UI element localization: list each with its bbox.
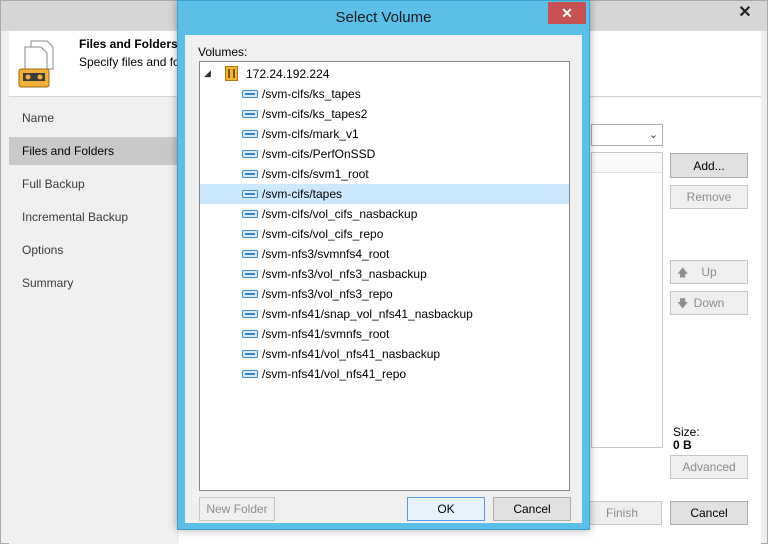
volume-label: /svm-cifs/ks_tapes — [262, 87, 361, 101]
finish-button[interactable]: Finish — [582, 501, 662, 525]
volume-label: /svm-nfs41/snap_vol_nfs41_nasbackup — [262, 307, 473, 321]
add-button[interactable]: Add... — [670, 153, 748, 178]
select-volume-dialog: Select Volume ✕ Volumes: ◢ 172.24.192.22… — [177, 0, 590, 530]
down-button-label: Down — [693, 296, 725, 310]
volume-label: /svm-cifs/vol_cifs_nasbackup — [262, 207, 418, 221]
ok-button-label: OK — [437, 502, 455, 516]
ok-button[interactable]: OK — [407, 497, 485, 521]
volume-label: /svm-nfs41/vol_nfs41_nasbackup — [262, 347, 441, 361]
volume-tree-item[interactable]: /svm-cifs/vol_cifs_repo — [200, 224, 569, 244]
volume-label: /svm-cifs/ks_tapes2 — [262, 107, 368, 121]
advanced-button[interactable]: Advanced — [670, 455, 748, 479]
size-label: Size: — [673, 425, 700, 439]
wizard-steps-panel: Name Files and Folders Full Backup Incre… — [9, 98, 179, 544]
volume-icon — [242, 230, 258, 238]
volume-label: /svm-nfs3/svmnfs4_root — [262, 247, 390, 261]
volume-label: /svm-cifs/vol_cifs_repo — [262, 227, 384, 241]
up-button[interactable]: 🡅 Up — [670, 260, 748, 284]
volume-label: /svm-cifs/PerfOnSSD — [262, 147, 376, 161]
volume-label: /svm-nfs3/vol_nfs3_nasbackup — [262, 267, 427, 281]
volume-tree-item[interactable]: /svm-nfs3/svmnfs4_root — [200, 244, 569, 264]
volume-icon — [242, 210, 258, 218]
volume-tree-item[interactable]: /svm-nfs3/vol_nfs3_nasbackup — [200, 264, 569, 284]
step-files-and-folders[interactable]: Files and Folders — [9, 137, 179, 165]
volume-label: /svm-nfs41/vol_nfs41_repo — [262, 367, 407, 381]
volumes-label: Volumes: — [198, 45, 248, 59]
volume-tree-item[interactable]: /svm-cifs/vol_cifs_nasbackup — [200, 204, 569, 224]
advanced-button-label: Advanced — [682, 460, 736, 474]
remove-button[interactable]: Remove — [670, 185, 748, 209]
wizard-header-subtitle: Specify files and fo — [79, 55, 180, 69]
volume-icon — [242, 170, 258, 178]
volume-tree-item[interactable]: /svm-nfs41/svmnfs_root — [200, 324, 569, 344]
dialog-title: Select Volume — [335, 9, 432, 26]
volume-label: /svm-nfs41/svmnfs_root — [262, 327, 390, 341]
volume-tree-item[interactable]: /svm-nfs41/snap_vol_nfs41_nasbackup — [200, 304, 569, 324]
volume-icon — [242, 270, 258, 278]
collapse-triangle-icon[interactable]: ◢ — [204, 68, 211, 79]
volume-tree-item[interactable]: /svm-nfs41/vol_nfs41_repo — [200, 364, 569, 384]
tree-server-node[interactable]: ◢ 172.24.192.224 — [200, 64, 569, 84]
files-folders-tape-icon — [18, 40, 54, 88]
step-incremental-backup[interactable]: Incremental Backup — [9, 203, 179, 231]
arrow-down-icon: 🡇 — [677, 298, 689, 310]
step-name[interactable]: Name — [9, 104, 179, 132]
finish-button-label: Finish — [605, 506, 638, 520]
wizard-cancel-button-label: Cancel — [690, 506, 728, 520]
new-folder-button-label: New Folder — [206, 502, 268, 516]
volume-icon — [242, 190, 258, 198]
files-folders-list[interactable] — [591, 152, 663, 448]
volume-icon — [242, 130, 258, 138]
volume-label: /svm-cifs/mark_v1 — [262, 127, 359, 141]
volume-tree-item[interactable]: /svm-cifs/svm1_root — [200, 164, 569, 184]
dialog-cancel-button[interactable]: Cancel — [493, 497, 571, 521]
wizard-cancel-button[interactable]: Cancel — [670, 501, 748, 525]
volume-label: /svm-cifs/svm1_root — [262, 167, 369, 181]
arrow-up-icon: 🡅 — [677, 267, 689, 279]
volume-icon — [242, 350, 258, 358]
volume-icon — [242, 290, 258, 298]
step-options[interactable]: Options — [9, 236, 179, 264]
volume-tree-item[interactable]: /svm-cifs/tapes — [200, 184, 569, 204]
volume-icon — [242, 310, 258, 318]
new-folder-button[interactable]: New Folder — [199, 497, 275, 521]
step-full-backup[interactable]: Full Backup — [9, 170, 179, 198]
dialog-body: Volumes: ◢ 172.24.192.224 /svm-cifs/ks_t… — [185, 35, 582, 523]
step-summary[interactable]: Summary — [9, 269, 179, 297]
volume-tree-item[interactable]: /svm-cifs/mark_v1 — [200, 124, 569, 144]
chevron-down-icon: ⌄ — [648, 129, 658, 141]
files-folders-list-header — [592, 153, 662, 173]
volume-tree-item[interactable]: /svm-cifs/PerfOnSSD — [200, 144, 569, 164]
size-value: 0 B — [673, 438, 692, 452]
volume-tree-item[interactable]: /svm-nfs3/vol_nfs3_repo — [200, 284, 569, 304]
volume-tree-item[interactable]: /svm-cifs/ks_tapes2 — [200, 104, 569, 124]
remove-button-label: Remove — [686, 190, 732, 204]
volume-icon — [242, 90, 258, 98]
server-address: 172.24.192.224 — [246, 67, 330, 81]
volume-icon — [242, 110, 258, 118]
volume-icon — [242, 150, 258, 158]
storage-server-icon — [225, 66, 238, 81]
wizard-header-title: Files and Folders — [79, 37, 178, 51]
add-button-label: Add... — [693, 158, 725, 173]
volumes-tree[interactable]: ◢ 172.24.192.224 /svm-cifs/ks_tapes/svm-… — [199, 61, 570, 491]
up-button-label: Up — [701, 265, 717, 279]
dialog-cancel-button-label: Cancel — [513, 502, 551, 516]
volume-icon — [242, 370, 258, 378]
volume-label: /svm-cifs/tapes — [262, 187, 343, 201]
volume-icon — [242, 250, 258, 258]
wizard-close-button[interactable]: ✕ — [723, 1, 767, 23]
volume-icon — [242, 330, 258, 338]
dialog-close-button[interactable]: ✕ — [548, 2, 586, 24]
volume-tree-item[interactable]: /svm-cifs/ks_tapes — [200, 84, 569, 104]
volume-label: /svm-nfs3/vol_nfs3_repo — [262, 287, 393, 301]
down-button[interactable]: 🡇 Down — [670, 291, 748, 315]
volume-tree-item[interactable]: /svm-nfs41/vol_nfs41_nasbackup — [200, 344, 569, 364]
file-server-dropdown[interactable]: ⌄ — [591, 124, 663, 146]
